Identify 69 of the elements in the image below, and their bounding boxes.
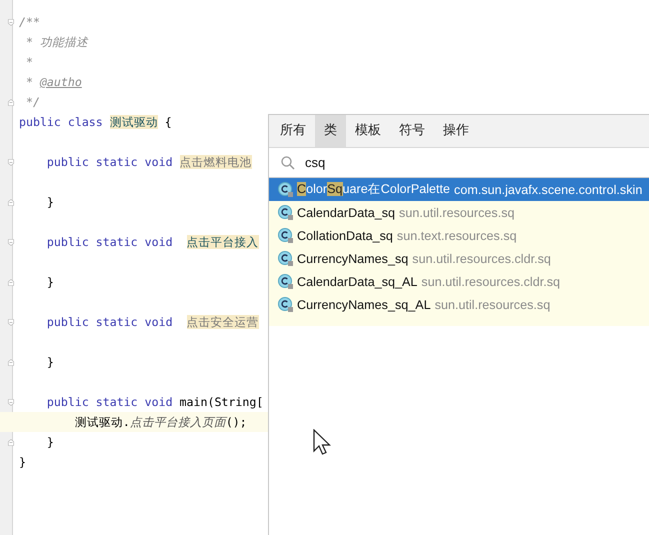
code-token: } (46, 435, 54, 449)
class-icon (278, 228, 294, 244)
result-item[interactable]: ColorSquare在ColorPalette com.sun.javafx.scene.control.skin (269, 178, 649, 201)
code-token: * (24, 55, 33, 69)
code-token: 点击平台接入 (186, 235, 259, 249)
code-token: } (46, 195, 54, 209)
tab[interactable]: 模板 (346, 115, 390, 147)
match-highlight: Sq (327, 182, 343, 196)
package-name: sun.util.resources.cldr.sq (421, 274, 560, 288)
result-name: CurrencyNames_sq_AL (297, 298, 431, 312)
result-name: CollationData_sq (297, 228, 393, 242)
code-token: * (24, 75, 34, 89)
code-token: public static void (46, 235, 174, 249)
code-token: main(String[ (180, 395, 264, 409)
package-name: com.sun.javafx.scene.control.skin (454, 182, 642, 196)
code-token: } (46, 275, 54, 289)
result-item[interactable]: CalendarData_sq sun.util.resources.sq (269, 201, 649, 224)
fold-marker-icon[interactable] (8, 16, 14, 28)
package-name: sun.util.resources.sq (434, 298, 550, 312)
code-token: * 功能描述 (24, 35, 88, 49)
code-token: @autho (40, 75, 82, 89)
package-name: sun.text.resources.sq (396, 228, 517, 242)
code-token: public static void (46, 315, 174, 329)
fold-marker-icon[interactable] (8, 156, 14, 168)
result-item[interactable]: CurrencyNames_sq_AL sun.util.resources.sq (269, 293, 649, 316)
tab[interactable]: 符号 (390, 115, 434, 147)
fold-marker-icon[interactable] (8, 316, 14, 328)
match-highlight: C (297, 182, 306, 196)
package-name: sun.util.resources.cldr.sq (412, 252, 551, 266)
result-name: uare在ColorPalette (342, 182, 450, 196)
result-name: CalendarData_sq_AL (297, 274, 418, 288)
code-token: 点击平台接入页面 (130, 415, 226, 429)
class-icon (278, 250, 294, 266)
result-item[interactable]: CollationData_sq sun.text.resources.sq (269, 224, 649, 247)
code-token: 点击安全运营 (186, 315, 259, 329)
code-token: } (46, 355, 54, 369)
code-token: { (164, 115, 172, 129)
class-icon (278, 274, 294, 290)
code-token: public class (19, 115, 104, 129)
result-item[interactable]: CalendarData_sq_AL sun.util.resources.cldr.sq (269, 270, 649, 293)
code-token: 点击燃料电池 (180, 155, 252, 169)
code-token: } (19, 455, 26, 469)
search-field[interactable]: csq (305, 155, 605, 170)
code-token: */ (24, 95, 40, 109)
result-name: CurrencyNames_sq (297, 252, 408, 266)
code-token: 测试驱动 (110, 115, 158, 129)
tab[interactable]: 操作 (434, 115, 478, 147)
tab[interactable]: 所有 (271, 115, 315, 147)
class-icon (278, 182, 294, 198)
result-name: CalendarData_sq (297, 206, 396, 220)
code-token: (); (226, 415, 247, 429)
search-icon (281, 156, 295, 170)
fold-marker-icon[interactable] (8, 276, 14, 288)
result-name: olor (306, 182, 328, 196)
fold-marker-icon[interactable] (8, 236, 14, 248)
code-token: public static void (46, 395, 174, 409)
fold-marker-icon[interactable] (8, 356, 14, 368)
result-item[interactable]: CurrencyNames_sq sun.util.resources.cldr.sq (269, 247, 649, 270)
package-name: sun.util.resources.sq (399, 206, 515, 220)
code-token: /** (19, 15, 40, 29)
fold-marker-icon[interactable] (8, 436, 14, 448)
class-icon (278, 204, 294, 220)
tab[interactable]: 类 (315, 115, 346, 147)
code-token: 测试驱动. (74, 415, 130, 429)
fold-marker-icon[interactable] (8, 196, 14, 208)
class-icon (278, 296, 294, 312)
code-token: public static void (46, 155, 174, 169)
fold-marker-icon[interactable] (8, 96, 14, 108)
fold-marker-icon[interactable] (8, 396, 14, 408)
